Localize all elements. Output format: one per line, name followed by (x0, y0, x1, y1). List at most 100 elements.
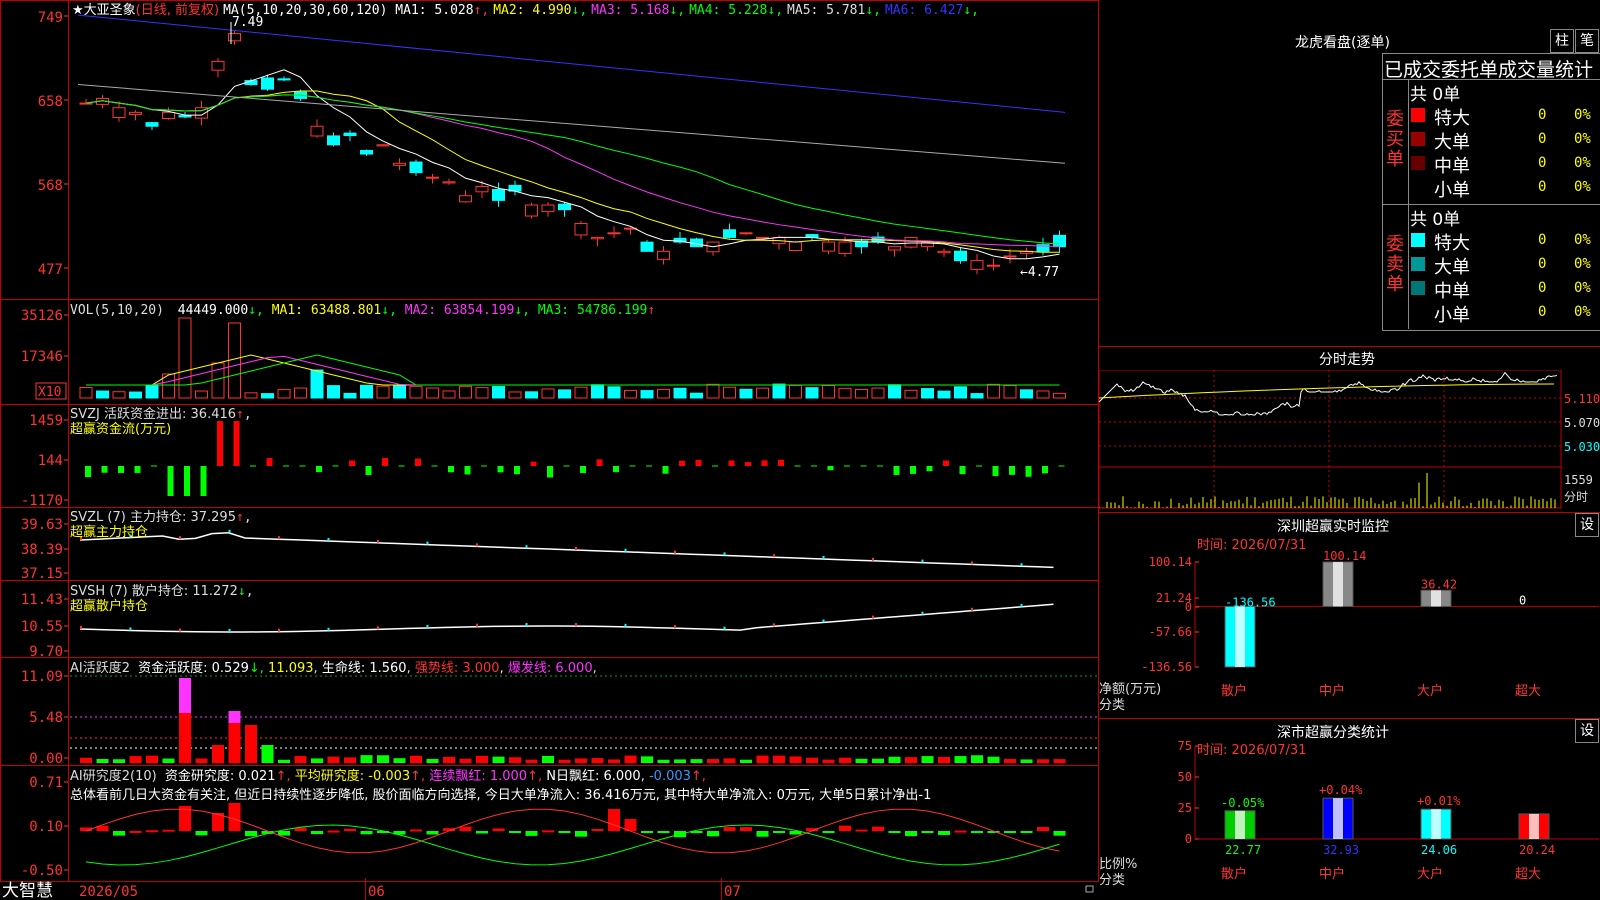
ai-active-bar (822, 759, 835, 763)
ai-research-bar (657, 831, 670, 833)
sz-classify-chart[interactable]: 时间: 2026/07/31 75 50 25 0 22.77 散户 -0.05% 32.93… (1099, 740, 1600, 900)
tab-pen-view[interactable]: 笔 (1575, 29, 1599, 53)
dragon-swatch (1411, 233, 1425, 247)
ai-active-bar (855, 758, 868, 763)
ai-active-bar (228, 723, 241, 763)
ai-active-bar (327, 756, 340, 763)
svzj-bar (695, 459, 702, 466)
bar-chart-category: 超大 (1515, 684, 1541, 699)
bar-chart-y-tick: 0 (1185, 600, 1192, 614)
vol-bar (855, 389, 868, 399)
ai-active-bar (311, 758, 323, 763)
dragon-side-label: 委卖单 (1386, 234, 1404, 295)
ai-research-bar (558, 831, 571, 833)
bar-chart-value-label: 100.14 (1323, 549, 1366, 563)
candle-body (525, 204, 538, 217)
ai-active-bar (624, 755, 637, 763)
intraday-price-tick: 5.110 (1564, 392, 1600, 406)
dragon-header: 已成交委托单成交量统计 (1384, 59, 1594, 81)
svzj-header: SVZJ 活跃资金进出: 36.416↑, (70, 406, 252, 422)
sz-monitor-settings-button[interactable]: 设 (1575, 513, 1599, 537)
intraday-chart[interactable]: 5.110 5.070 5.030 1559 分时 (1099, 370, 1600, 512)
bar-chart-change-label: -0.05% (1221, 796, 1265, 810)
ai-active-bar (443, 756, 455, 763)
candle-body (492, 189, 505, 201)
trend-tick (674, 625, 676, 629)
dragon-row-qty: 0 (1538, 280, 1547, 296)
dragon-total: 共 0单 (1410, 85, 1461, 105)
ma-line (85, 69, 1060, 260)
vol-value: 44449.000 (178, 303, 248, 318)
kline-chart-area[interactable]: 749 658 568 477 35126 17346 1459 144 -11… (0, 0, 1100, 900)
bar-chart-bar-highlight (1333, 562, 1343, 607)
vol-pane[interactable] (79, 317, 1066, 399)
svzl-pane[interactable] (79, 529, 1054, 569)
vol-bar (294, 387, 307, 399)
ma-value: MA4: 5.228 (689, 3, 767, 18)
ai-active-bar (426, 758, 439, 763)
ai-active-bar (525, 759, 538, 763)
svzj-bar (613, 466, 619, 473)
bar-chart-category: 大户 (1417, 683, 1443, 699)
ai-active-bar (509, 757, 521, 763)
trend-tick (1020, 563, 1023, 567)
ai-active-bar (740, 759, 752, 763)
kline-pane[interactable] (77, 14, 1066, 275)
ma-value: MA5: 5.781 (787, 3, 865, 18)
ai-active-bar (278, 759, 290, 763)
ai-active-bar (1004, 758, 1016, 763)
ai-active-bar (377, 755, 389, 763)
vol-bar (1003, 385, 1017, 399)
ai-research-bar (476, 831, 488, 834)
sz-monitor-chart[interactable]: 时间: 2026/07/31 100.1421.240-57.66-136.56… (1099, 535, 1600, 718)
vol-bar (178, 317, 192, 399)
vol-bar (921, 388, 934, 399)
ai-research-bar (129, 830, 142, 833)
svzj-bar (118, 466, 124, 473)
svzj-bar (679, 460, 685, 466)
candle-body (162, 111, 175, 119)
ai-research-y-tick: 0.10 (29, 819, 63, 835)
candle-body (558, 203, 571, 211)
ai-research-pane[interactable] (80, 803, 1066, 866)
vol-bar (145, 385, 159, 399)
ai-active-bar (938, 757, 950, 763)
svsh-y-tick: 11.43 (21, 592, 63, 608)
ai-active-pane[interactable] (70, 675, 1098, 763)
dragon-row-pct: 0% (1574, 304, 1591, 320)
ai-research-bar (822, 831, 835, 833)
sz-classify-title: 深市超赢分类统计 (1277, 725, 1389, 741)
ai-research-bar (773, 831, 785, 833)
bar-chart-y-tick: 50 (1178, 770, 1192, 784)
svzj-pane[interactable] (85, 421, 1065, 496)
dragon-row-name: 中单 (1434, 281, 1470, 302)
vol-bar (888, 384, 901, 399)
ai-research-bar (410, 829, 422, 832)
vol-bar (624, 389, 637, 399)
vol-bar (475, 387, 489, 399)
candle-body (393, 162, 406, 166)
svsh-y-tick: 10.55 (21, 619, 63, 635)
ai-active-bar (80, 757, 92, 763)
ai-active-bar (542, 755, 554, 763)
lock-icon[interactable] (1085, 885, 1094, 893)
candle-body (888, 246, 901, 251)
tab-bar-view[interactable]: 柱 (1550, 29, 1574, 53)
ai-research-y-tick: 0.71 (29, 775, 63, 791)
candle-body (178, 115, 192, 118)
ai-active-bar (146, 755, 158, 763)
dragon-row-pct: 0% (1574, 179, 1591, 195)
ai-active-bar (476, 755, 488, 763)
sz-monitor-axis-title: 净额(万元) (1099, 682, 1161, 697)
ai-research-bar (360, 831, 373, 835)
ai-active-bar (1053, 759, 1066, 763)
svzj-bar (745, 461, 751, 466)
candle-body (954, 250, 967, 262)
vol-bar (1036, 390, 1050, 399)
vol-y-tick: 17346 (21, 349, 63, 365)
candle-body (937, 250, 951, 254)
svsh-pane[interactable] (79, 603, 1054, 633)
trend-tick (179, 628, 181, 632)
vol-bar (376, 385, 390, 399)
ai-research-y-tick: -0.50 (21, 863, 63, 879)
